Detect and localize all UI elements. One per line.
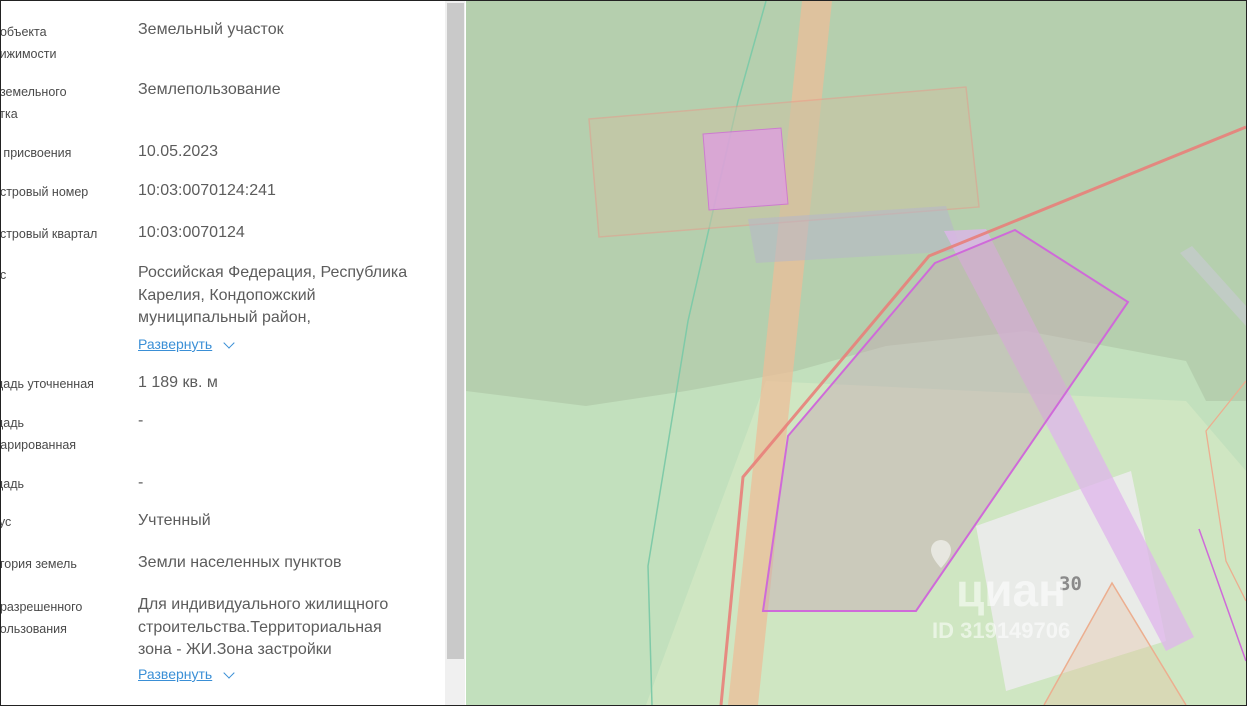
label-parcel-type: , земельного стка bbox=[1, 85, 67, 121]
chevron-down-icon[interactable] bbox=[223, 667, 235, 679]
row-address: ес Российская Федерация, Республика Каре… bbox=[1, 264, 441, 360]
building-footprint bbox=[702, 127, 789, 211]
value-assignment-date: 10.05.2023 bbox=[138, 143, 219, 160]
row-cadastral-number: астровый номер 10:03:0070124:241 bbox=[1, 180, 441, 204]
value-cadastral-quarter: 10:03:0070124 bbox=[138, 224, 245, 241]
label-cadastral-number: астровый номер bbox=[1, 185, 89, 199]
scrollbar-thumb[interactable] bbox=[447, 3, 464, 659]
label-status: тус bbox=[1, 515, 12, 529]
label-permitted-use: , разрешенного пользования bbox=[1, 600, 83, 636]
label-assignment-date: а присвоения bbox=[3, 146, 72, 160]
row-area: щадь - bbox=[1, 472, 441, 496]
row-assignment-date: а присвоения 10.05.2023 bbox=[1, 141, 441, 165]
value-area: - bbox=[138, 474, 144, 491]
label-cadastral-quarter: астровый квартал bbox=[1, 227, 98, 241]
value-land-category: Земли населенных пунктов bbox=[138, 554, 342, 571]
map-canvas[interactable] bbox=[466, 1, 1246, 705]
label-object-type: , объекта вижимости bbox=[1, 25, 57, 61]
property-details-panel: , объекта вижимости Земельный участок , … bbox=[1, 1, 445, 705]
value-cadastral-number: 10:03:0070124:241 bbox=[138, 182, 276, 199]
row-object-type: , объекта вижимости Земельный участок bbox=[1, 21, 441, 65]
value-address: Российская Федерация, Республика Карелия… bbox=[138, 264, 408, 326]
expand-address-link[interactable]: Развернуть bbox=[138, 336, 212, 352]
row-cadastral-quarter: астровый квартал 10:03:0070124 bbox=[1, 222, 441, 246]
label-land-category: егория земель bbox=[1, 557, 77, 571]
watermark-id: ID 319149706 bbox=[932, 618, 1071, 643]
value-parcel-type: Землепользование bbox=[138, 81, 281, 98]
row-area-declared: щадь ларированная - bbox=[1, 412, 441, 456]
value-area-declared: - bbox=[138, 412, 144, 429]
value-permitted-use: Для индивидуального жилищного строительс… bbox=[138, 596, 389, 658]
expand-permitted-use-link[interactable]: Развернуть bbox=[138, 666, 212, 682]
row-area-refined: щадь уточненная 1 189 кв. м bbox=[1, 372, 441, 396]
value-area-refined: 1 189 кв. м bbox=[138, 374, 218, 391]
label-area: щадь bbox=[1, 477, 25, 491]
row-land-category: егория земель Земли населенных пунктов bbox=[1, 552, 441, 576]
label-area-declared: щадь ларированная bbox=[1, 416, 77, 452]
label-area-refined: щадь уточненная bbox=[1, 377, 94, 391]
row-permitted-use: , разрешенного пользования Для индивидуа… bbox=[1, 596, 441, 696]
chevron-down-icon[interactable] bbox=[223, 337, 235, 349]
watermark-brand: циан bbox=[956, 564, 1066, 616]
label-address: ес bbox=[1, 264, 121, 286]
row-parcel-type: , земельного стка Землепользование bbox=[1, 81, 441, 125]
value-status: Учтенный bbox=[138, 512, 211, 529]
value-object-type: Земельный участок bbox=[138, 21, 284, 38]
scrollbar[interactable] bbox=[445, 1, 465, 705]
cadastral-map[interactable]: 30 циан ID 319149706 bbox=[466, 1, 1246, 705]
row-status: тус Учтенный bbox=[1, 510, 441, 534]
screen: , объекта вижимости Земельный участок , … bbox=[0, 0, 1247, 706]
